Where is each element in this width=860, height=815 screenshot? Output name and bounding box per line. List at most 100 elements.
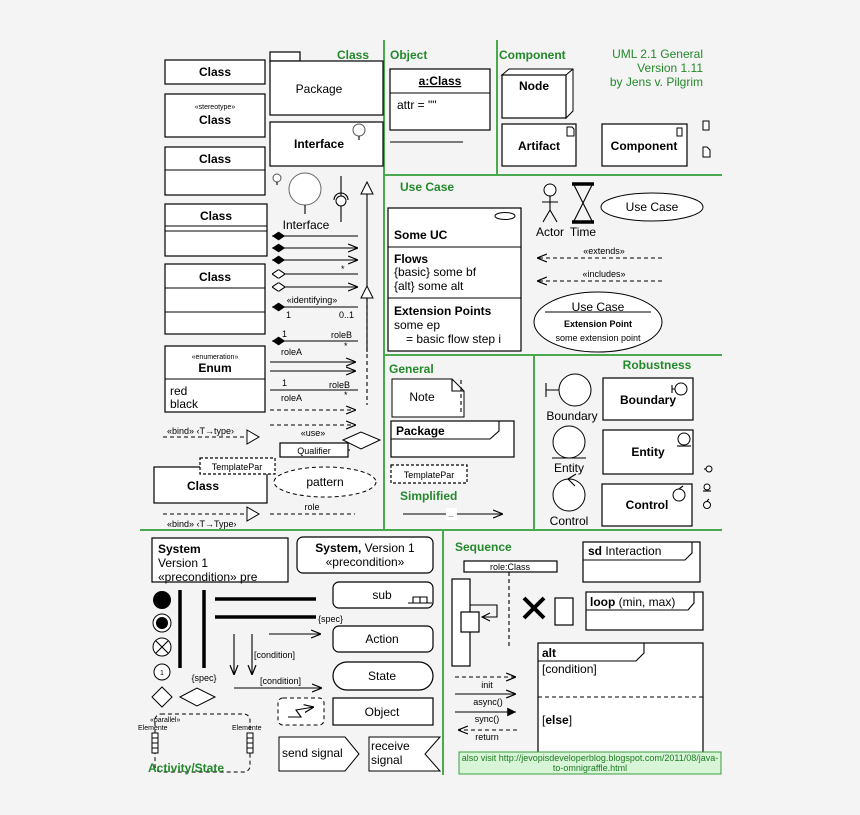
package-frame[interactable]: Package — [390, 420, 515, 458]
message-return[interactable]: return — [458, 730, 517, 742]
control-shape[interactable]: Control — [550, 473, 589, 528]
state-node[interactable]: State — [332, 661, 434, 691]
class-shape[interactable]: Class — [164, 59, 266, 85]
destroy-x-icon[interactable] — [522, 596, 546, 620]
boundary-icon[interactable] — [704, 465, 713, 473]
header-title: UML 2.1 General Version 1.11 by Jens v. … — [610, 47, 703, 89]
node-shape[interactable]: Node — [500, 68, 574, 120]
class-three-compartment-thin[interactable]: Class — [164, 203, 268, 257]
simplified-line[interactable]: ... — [403, 508, 503, 520]
send-signal[interactable]: send signal — [278, 736, 360, 772]
svg-text:pattern: pattern — [306, 475, 343, 489]
initial-node[interactable] — [153, 591, 171, 609]
svg-text:«identifying»: «identifying» — [287, 295, 338, 305]
use-case-ellipse[interactable]: Use Case — [600, 192, 704, 222]
svg-text:Some UC: Some UC — [394, 228, 448, 242]
boundary-box[interactable]: Boundary — [602, 377, 694, 421]
sub-activity[interactable]: sub — [332, 581, 434, 609]
template-par[interactable]: TemplatePar — [390, 464, 468, 484]
svg-text:Actor: Actor — [536, 225, 564, 239]
pattern-collaboration[interactable]: pattern — [273, 466, 377, 498]
system-rounded-box[interactable]: System, Version 1 «precondition» — [296, 536, 434, 574]
svg-text:1: 1 — [286, 310, 291, 320]
boundary-shape[interactable]: Boundary — [545, 373, 598, 423]
interface-box[interactable]: Interface — [269, 121, 384, 167]
svg-text:«bind» ‹T→type›: «bind» ‹T→type› — [167, 426, 234, 436]
activation-box[interactable] — [554, 597, 574, 626]
time-shape[interactable]: Time — [570, 182, 597, 239]
entity-shape[interactable]: Entity — [552, 425, 586, 475]
svg-text:async(): async() — [473, 697, 503, 707]
use-case-classifier[interactable]: Some UC Flows {basic} some bf {alt} some… — [387, 207, 522, 352]
svg-text:Action: Action — [365, 632, 398, 646]
svg-text:Use Case: Use Case — [626, 200, 679, 214]
flow-final-node[interactable] — [152, 637, 172, 657]
entity-box[interactable]: Entity — [602, 429, 694, 475]
package-shape[interactable]: Package — [269, 51, 384, 116]
final-node[interactable] — [152, 613, 172, 633]
interface-lollipop[interactable]: Interface — [272, 172, 349, 232]
receive-signal[interactable]: receivesignal — [368, 736, 442, 772]
message-async[interactable]: async() — [455, 694, 516, 707]
svg-text:Qualifier: Qualifier — [297, 446, 331, 456]
note-shape[interactable]: Note — [391, 378, 465, 418]
template-class[interactable]: TemplatePar Class — [153, 457, 276, 504]
svg-text:Time: Time — [570, 225, 597, 239]
svg-text:Package: Package — [296, 82, 343, 96]
sd-frame[interactable]: sd Interaction — [582, 541, 701, 583]
numbered-node[interactable]: 1 — [153, 663, 171, 681]
svg-text:{spec}: {spec} — [318, 614, 343, 624]
svg-text:red: red — [170, 384, 187, 398]
svg-text:Elemente: Elemente — [138, 725, 168, 732]
object-node[interactable]: Object — [332, 697, 434, 726]
activation-bar[interactable] — [451, 578, 498, 667]
control-box[interactable]: Control — [601, 483, 693, 527]
message-sync[interactable]: sync() — [455, 707, 516, 724]
svg-text:Elemente: Elemente — [232, 725, 262, 732]
component-icon[interactable] — [702, 120, 710, 131]
decision-node[interactable] — [151, 686, 173, 708]
svg-text:alt: alt — [542, 646, 556, 660]
loop-frame[interactable]: loop (min, max) — [585, 591, 704, 631]
qualifier-shape[interactable]: Qualifier — [279, 442, 350, 458]
alt-frame[interactable]: alt [condition] [else] — [537, 642, 704, 762]
svg-text:sub: sub — [372, 588, 392, 602]
section-title-general: General — [389, 362, 434, 376]
artifact-icon[interactable] — [702, 146, 711, 158]
svg-text:attr = "": attr = "" — [397, 98, 437, 112]
action-node[interactable]: Action — [332, 625, 434, 653]
svg-text:1: 1 — [160, 670, 164, 677]
class-two-compartment[interactable]: Class — [164, 146, 266, 196]
class-stereotype-shape[interactable]: «stereotype» Class — [164, 93, 266, 138]
svg-text:to-omnigraffle.html: to-omnigraffle.html — [553, 763, 627, 773]
use-case-extension-point[interactable]: Use Case Extension Point some extension … — [533, 291, 663, 353]
actor-shape[interactable]: Actor — [536, 183, 564, 239]
object-shape[interactable]: a:Class attr = "" — [389, 68, 491, 131]
control-icon[interactable] — [703, 498, 711, 509]
class-section: Class Class «stereotype» Class Class Clas… — [153, 48, 384, 529]
svg-text:0..1: 0..1 — [339, 310, 354, 320]
svg-text:Use Case: Use Case — [572, 300, 625, 314]
author-line: by Jens v. Pilgrim — [610, 75, 703, 89]
svg-text:roleA: roleA — [281, 347, 302, 357]
component-shape[interactable]: Component — [601, 123, 688, 167]
message-init[interactable]: init — [455, 677, 516, 690]
section-title-simplified: Simplified — [400, 489, 457, 503]
system-box[interactable]: SystemVersion 1 «precondition» pre — [151, 537, 289, 584]
section-title-use-case: Use Case — [400, 180, 454, 194]
artifact-shape[interactable]: Artifact — [501, 123, 577, 167]
class-three-compartment[interactable]: Class — [164, 263, 266, 335]
enum-shape[interactable]: «enumeration»Enum redblack — [164, 345, 266, 413]
svg-text:*: * — [344, 341, 348, 351]
svg-text:Note: Note — [409, 390, 435, 404]
svg-text:[condition]: [condition] — [260, 676, 301, 686]
svg-text:a:Class: a:Class — [419, 74, 462, 88]
svg-text:Node: Node — [519, 79, 549, 93]
includes-relation[interactable]: «includes» — [537, 269, 662, 281]
merge-node-spec[interactable] — [178, 687, 217, 707]
footer-link-note[interactable]: also visit http://jevopisdeveloperblog.b… — [458, 751, 722, 775]
extends-relation[interactable]: «extends» — [537, 246, 662, 258]
bind-role[interactable]: «bind» ‹T→Type› role — [163, 502, 355, 529]
entity-icon[interactable] — [703, 483, 711, 492]
exception-handler[interactable] — [277, 697, 325, 726]
